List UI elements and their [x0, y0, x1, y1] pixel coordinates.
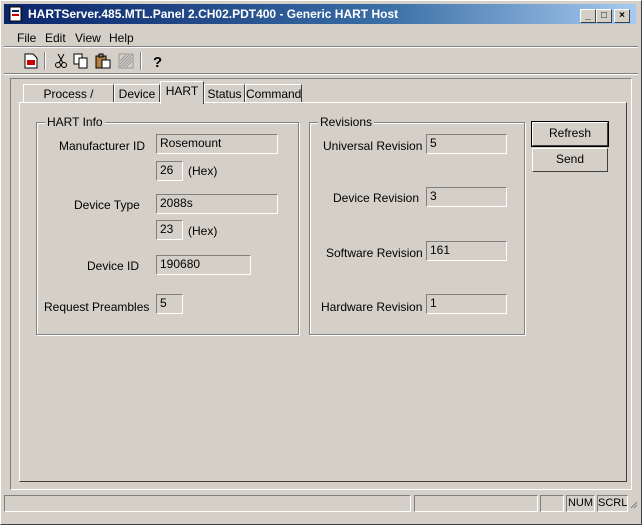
menu-file[interactable]: File: [17, 31, 36, 45]
request-preambles-field[interactable]: 5: [156, 294, 183, 314]
menu-help[interactable]: Help: [109, 31, 134, 45]
tab-command[interactable]: Command: [245, 84, 302, 104]
device-id-field[interactable]: 190680: [156, 255, 251, 275]
app-window: HARTServer.485.MTL.Panel 2.CH02.PDT400 -…: [0, 0, 642, 525]
device-type-label: Device Type: [74, 198, 140, 212]
copy-icon[interactable]: [72, 52, 90, 70]
window-title: HARTServer.485.MTL.Panel 2.CH02.PDT400 -…: [28, 7, 399, 21]
tab-hart[interactable]: HART: [160, 81, 204, 104]
tab-status[interactable]: Status: [204, 84, 245, 104]
app-icon: [8, 6, 24, 22]
universal-revision-label: Universal Revision: [323, 139, 423, 153]
toolbar-separator: [44, 52, 46, 70]
revisions-label: Revisions: [318, 115, 375, 129]
status-pane-3: [540, 495, 564, 512]
maximize-button[interactable]: □: [596, 9, 612, 23]
universal-revision-field[interactable]: 5: [426, 134, 507, 154]
cut-icon[interactable]: [52, 52, 70, 70]
hart-tab-panel: HART Info Manufacturer ID Rosemount 26 (…: [19, 102, 627, 482]
menu-view[interactable]: View: [75, 31, 101, 45]
menu-separator: [4, 46, 638, 48]
device-type-hex-field[interactable]: 23: [156, 220, 183, 240]
request-preambles-label: Request Preambles: [44, 300, 150, 314]
help-icon[interactable]: ?: [149, 52, 167, 70]
hardware-revision-field[interactable]: 1: [426, 294, 507, 314]
menu-edit[interactable]: Edit: [45, 31, 66, 45]
num-indicator: NUM: [566, 495, 595, 512]
toolbar-separator-line: [4, 73, 638, 75]
manufacturer-id-field[interactable]: Rosemount: [156, 134, 278, 154]
tab-device[interactable]: Device: [114, 84, 160, 104]
toolbar: ?: [4, 49, 636, 73]
software-revision-label: Software Revision: [326, 246, 423, 260]
menu-bar: File Edit View Help: [4, 27, 636, 47]
send-button[interactable]: Send: [532, 148, 608, 172]
manufacturer-hex-label: (Hex): [188, 164, 218, 178]
document-icon[interactable]: [22, 52, 40, 70]
status-pane-2: [414, 495, 538, 512]
paste-icon[interactable]: [94, 52, 112, 70]
svg-text:?: ?: [153, 54, 162, 69]
toolbar-separator: [140, 52, 142, 70]
device-revision-label: Device Revision: [333, 191, 420, 205]
scrl-indicator: SCRL: [597, 495, 628, 512]
device-id-label: Device ID: [87, 259, 140, 273]
tab-process-output[interactable]: Process / Output: [23, 84, 114, 119]
status-bar: NUM SCRL: [4, 495, 638, 513]
resize-grip-icon[interactable]: [628, 499, 638, 511]
close-button[interactable]: ×: [614, 9, 630, 23]
refresh-button[interactable]: Refresh: [531, 121, 609, 147]
hart-info-label: HART Info: [45, 115, 105, 129]
title-bar[interactable]: HARTServer.485.MTL.Panel 2.CH02.PDT400 -…: [4, 4, 636, 24]
device-type-field[interactable]: 2088s: [156, 194, 278, 214]
manufacturer-id-label: Manufacturer ID: [59, 139, 146, 153]
device-revision-field[interactable]: 3: [426, 187, 507, 207]
hardware-revision-label: Hardware Revision: [321, 300, 423, 314]
manufacturer-hex-field[interactable]: 26: [156, 161, 183, 181]
status-pane-message: [4, 495, 411, 512]
minimize-button[interactable]: _: [580, 9, 596, 23]
print-icon[interactable]: [117, 52, 135, 70]
software-revision-field[interactable]: 161: [426, 241, 507, 261]
device-type-hex-label: (Hex): [188, 224, 218, 238]
